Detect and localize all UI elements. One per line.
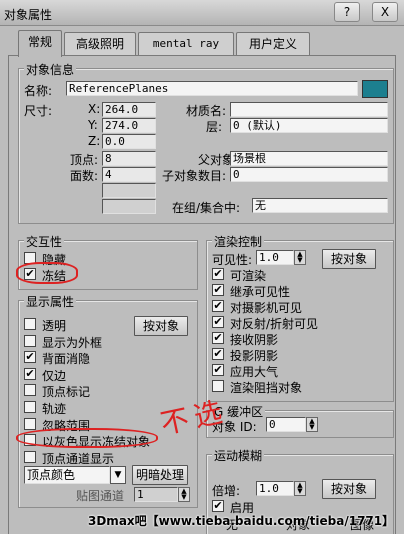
display-prop-label: 轨迹 — [42, 402, 67, 416]
display-prop-label: 仅边 — [42, 368, 67, 383]
display-prop-checkbox[interactable] — [24, 401, 36, 413]
display-prop-checkbox[interactable] — [24, 318, 36, 330]
render-prop-checkbox[interactable]: ✔ — [212, 316, 224, 328]
tab-user-defined[interactable]: 用户定义 — [236, 32, 310, 56]
children-field: 0 — [230, 167, 388, 182]
render-prop-label: 对摄影机可见 — [230, 301, 303, 315]
render-prop-checkbox[interactable]: ✔ — [212, 364, 224, 376]
parent-field: 场景根 — [230, 151, 388, 166]
z-label: Z: — [88, 134, 101, 148]
layer-field: 0 (默认) — [230, 118, 388, 133]
material-field — [230, 102, 388, 117]
y-dimension-field[interactable]: 274.0 — [102, 118, 156, 133]
render-by-object-button[interactable]: 按对象 — [322, 249, 376, 269]
object-color-swatch[interactable] — [362, 80, 388, 98]
display-by-object-button[interactable]: 按对象 — [134, 316, 188, 336]
render-prop-label: 对反射/折射可见 — [230, 317, 319, 331]
object-id-field[interactable]: 0 — [266, 417, 306, 432]
display-props-title: 显示属性 — [24, 293, 77, 310]
shading-button[interactable]: 明暗处理 — [132, 465, 188, 485]
map-channel-field: 1 — [134, 487, 178, 502]
render-prop-checkbox[interactable]: ✔ — [212, 284, 224, 296]
help-button[interactable]: ? — [334, 2, 360, 22]
vertices-label: 顶点: — [70, 153, 99, 167]
display-prop-checkbox[interactable] — [24, 384, 36, 397]
watermark-text: 3Dmax吧【www.tieba.baidu.com/tieba/1771】 — [88, 514, 395, 528]
children-label: 子对象数目: — [162, 169, 227, 183]
visibility-label: 可见性: — [212, 253, 253, 267]
name-label: 名称: — [24, 84, 53, 98]
name-field[interactable]: ReferencePlanes — [66, 81, 358, 96]
window-title: 对象属性 — [4, 8, 53, 22]
material-label: 材质名: — [186, 104, 227, 118]
map-channel-spinner: ▲ ▼ — [178, 487, 190, 502]
motion-blur-title: 运动模糊 — [212, 447, 265, 464]
visibility-field[interactable]: 1.0 — [256, 250, 294, 265]
extra-field-2 — [102, 199, 156, 214]
multiplier-spinner[interactable]: ▲ ▼ — [294, 481, 306, 496]
x-label: X: — [88, 102, 101, 116]
title-bar: 对象属性 ? X — [0, 0, 404, 26]
display-prop-checkbox[interactable]: ✔ — [24, 367, 36, 380]
y-label: Y: — [88, 118, 98, 132]
render-prop-label: 应用大气 — [230, 365, 279, 379]
display-prop-label: 顶点标记 — [42, 385, 91, 400]
motion-by-object-button[interactable]: 按对象 — [322, 479, 376, 499]
display-prop-checkbox[interactable]: ✔ — [24, 351, 36, 364]
multiplier-field[interactable]: 1.0 — [256, 481, 294, 496]
dimensions-label: 尺寸: — [24, 104, 53, 118]
chevron-down-icon[interactable]: ▼ — [110, 466, 126, 484]
red-circle-freeze — [16, 262, 78, 284]
in-group-field: 无 — [252, 198, 388, 213]
motion-enable-checkbox[interactable]: ✔ — [212, 500, 224, 512]
vertices-field: 8 — [102, 151, 156, 166]
display-prop-label: 显示为外框 — [42, 335, 103, 350]
display-prop-label: 背面消隐 — [42, 352, 91, 367]
tab-general[interactable]: 常规 — [18, 30, 62, 57]
layer-label: 层: — [206, 120, 223, 134]
render-prop-label: 渲染阻挡对象 — [230, 381, 303, 395]
render-prop-label: 继承可见性 — [230, 285, 291, 299]
tab-mental-ray[interactable]: mental ray — [138, 32, 234, 56]
render-prop-label: 可渲染 — [230, 269, 267, 283]
render-prop-label: 投影阴影 — [230, 349, 279, 363]
render-prop-checkbox[interactable]: ✔ — [212, 268, 224, 280]
display-prop-label: 透明 — [42, 319, 67, 333]
x-dimension-field[interactable]: 264.0 — [102, 102, 156, 117]
multiplier-label: 倍增: — [212, 484, 241, 498]
render-prop-label: 接收阴影 — [230, 333, 279, 347]
object-info-title: 对象信息 — [24, 61, 77, 78]
render-control-title: 渲染控制 — [212, 233, 265, 250]
display-prop-checkbox[interactable] — [24, 450, 36, 463]
faces-field: 4 — [102, 167, 156, 182]
vertex-color-select[interactable]: 顶点颜色 — [24, 466, 110, 484]
close-button[interactable]: X — [372, 2, 398, 22]
display-prop-checkbox[interactable] — [24, 334, 36, 347]
extra-field-1 — [102, 183, 156, 198]
render-prop-checkbox[interactable]: ✔ — [212, 348, 224, 360]
render-prop-checkbox[interactable]: ✔ — [212, 300, 224, 312]
in-group-label: 在组/集合中: — [172, 201, 241, 215]
tab-advanced-lighting[interactable]: 高级照明 — [64, 32, 136, 56]
z-dimension-field[interactable]: 0.0 — [102, 134, 156, 149]
render-prop-checkbox[interactable]: ✔ — [212, 332, 224, 344]
interactivity-title: 交互性 — [24, 233, 65, 250]
display-prop-checkbox[interactable] — [24, 417, 36, 430]
map-channel-label: 贴图通道 — [76, 489, 125, 503]
visibility-spinner[interactable]: ▲ ▼ — [294, 250, 306, 265]
red-circle-gray-frozen — [16, 428, 158, 448]
object-id-spinner[interactable]: ▲ ▼ — [306, 417, 318, 432]
faces-label: 面数: — [70, 169, 99, 183]
display-prop-label: 顶点通道显示 — [42, 451, 115, 466]
object-properties-window: 对象属性 ? X 常规 高级照明 mental ray 用户定义 对象信息 名称… — [0, 0, 404, 534]
